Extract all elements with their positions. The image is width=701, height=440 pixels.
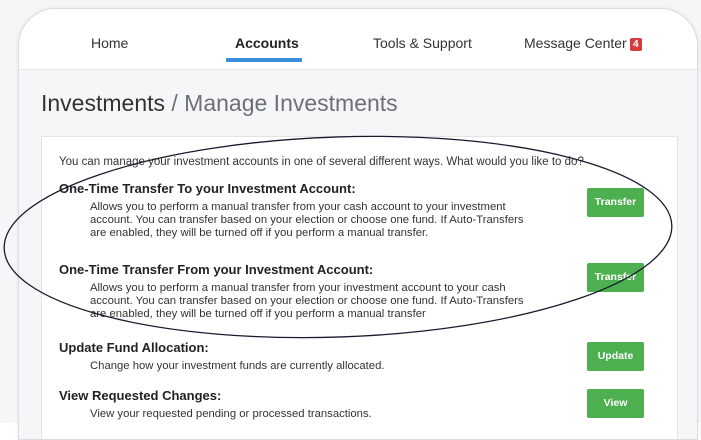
app-card: Home Accounts Tools & Support Message Ce… xyxy=(18,8,698,440)
window-frame: Home Accounts Tools & Support Message Ce… xyxy=(0,0,701,440)
update-button[interactable]: Update xyxy=(587,342,644,371)
section-title: One-Time Transfer From your Investment A… xyxy=(59,262,374,277)
main-content: Investments / Manage Investments You can… xyxy=(19,70,697,439)
section-title: One-Time Transfer To your Investment Acc… xyxy=(59,181,356,196)
active-tab-indicator xyxy=(226,58,302,62)
section-view-changes: View Requested Changes: View your reques… xyxy=(59,388,659,421)
section-description: Allows you to perform a manual transfer … xyxy=(90,201,524,239)
section-description: View your requested pending or processed… xyxy=(90,408,372,420)
message-count-badge: 4 xyxy=(629,38,642,51)
section-transfer-to: One-Time Transfer To your Investment Acc… xyxy=(59,181,659,240)
title-separator: / xyxy=(165,90,185,116)
nav-message-center[interactable]: Message Center 4 xyxy=(524,35,642,51)
section-title: View Requested Changes: xyxy=(59,388,222,403)
nav-accounts[interactable]: Accounts xyxy=(235,35,299,51)
nav-message-center-label: Message Center xyxy=(524,35,627,51)
section-transfer-from: One-Time Transfer From your Investment A… xyxy=(59,262,659,321)
view-button[interactable]: View xyxy=(587,389,644,418)
top-nav: Home Accounts Tools & Support Message Ce… xyxy=(19,9,697,70)
nav-tools-support[interactable]: Tools & Support xyxy=(373,35,472,51)
nav-home[interactable]: Home xyxy=(91,35,128,51)
section-description: Change how your investment funds are cur… xyxy=(90,360,385,372)
page-title: Investments / Manage Investments xyxy=(41,90,398,117)
intro-text: You can manage your investment accounts … xyxy=(59,156,584,168)
transfer-from-button[interactable]: Transfer xyxy=(587,263,644,292)
section-update-allocation: Update Fund Allocation: Change how your … xyxy=(59,340,659,373)
page-title-sub: Manage Investments xyxy=(184,90,398,116)
section-description: Allows you to perform a manual transfer … xyxy=(90,282,524,320)
transfer-to-button[interactable]: Transfer xyxy=(587,188,644,217)
section-title: Update Fund Allocation: xyxy=(59,340,209,355)
options-panel: You can manage your investment accounts … xyxy=(41,136,678,439)
page-title-main: Investments xyxy=(41,90,165,116)
